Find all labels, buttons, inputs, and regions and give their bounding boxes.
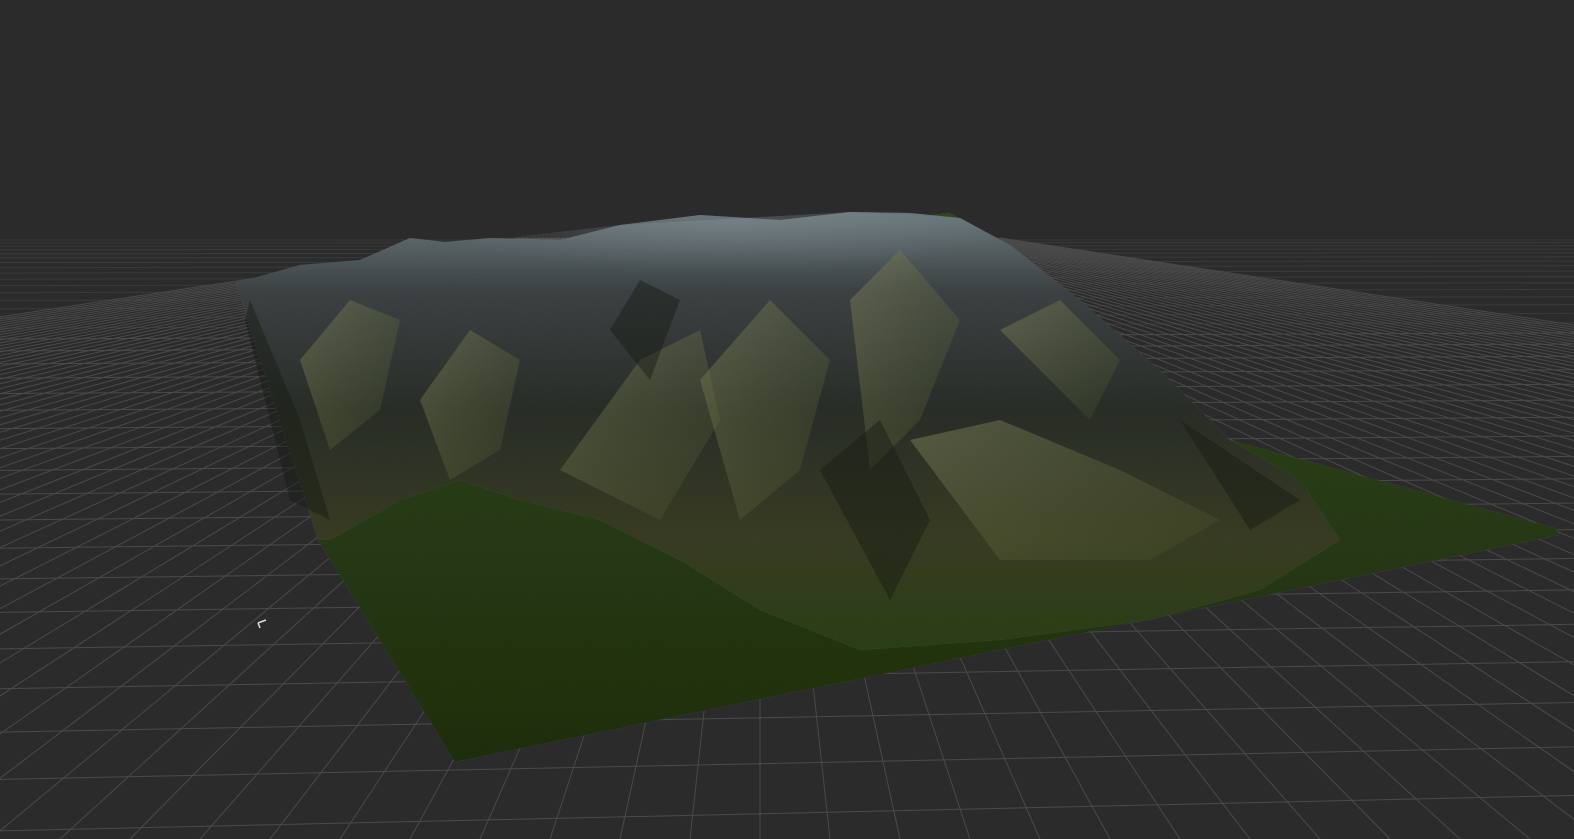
3d-viewport[interactable] [0, 0, 1574, 839]
viewport-scene[interactable] [0, 0, 1574, 839]
